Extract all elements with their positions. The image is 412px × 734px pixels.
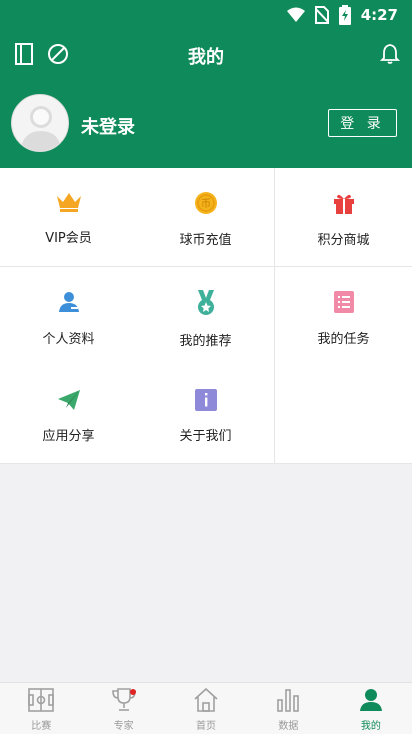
menu-item-recommend[interactable]: 我的推荐 xyxy=(137,267,274,365)
profile-card-icon xyxy=(57,290,81,318)
menu-item-vip[interactable]: VIP会员 xyxy=(0,168,137,266)
wifi-icon xyxy=(286,7,305,23)
crown-icon xyxy=(56,191,82,217)
tab-experts[interactable]: 专家 xyxy=(82,683,164,734)
gift-icon xyxy=(332,191,356,219)
menu-label: 我的推荐 xyxy=(179,334,232,349)
bell-icon[interactable] xyxy=(378,42,402,66)
coin-icon: 币 xyxy=(194,191,218,219)
menu-item-points-mall[interactable]: 积分商城 xyxy=(275,168,412,266)
tab-mine[interactable]: 我的 xyxy=(330,683,412,734)
avatar[interactable] xyxy=(11,94,69,152)
header: 我的 xyxy=(0,30,412,78)
bottom-nav: 比赛 专家 首页 数据 我的 xyxy=(0,682,412,734)
menu-label: 积分商城 xyxy=(317,233,370,248)
menu-item-profile[interactable]: 个人资料 xyxy=(0,267,137,365)
paper-plane-icon xyxy=(57,389,81,415)
tab-home[interactable]: 首页 xyxy=(165,683,247,734)
menu-label: 关于我们 xyxy=(179,429,232,444)
no-sim-icon xyxy=(314,6,329,24)
menu-label: 球币充值 xyxy=(179,233,232,248)
feature-grid: VIP会员 币 球币充值 积分商城 个人资料 我的推荐 我的任务 应用分享 关于… xyxy=(0,168,412,464)
tab-label: 我的 xyxy=(360,721,381,732)
tab-matches[interactable]: 比赛 xyxy=(0,683,82,734)
menu-item-coin-recharge[interactable]: 币 球币充值 xyxy=(137,168,274,266)
user-icon xyxy=(358,688,384,716)
menu-label: VIP会员 xyxy=(45,231,92,246)
tab-label: 专家 xyxy=(113,721,134,732)
grid-divider xyxy=(0,266,412,267)
tab-label: 首页 xyxy=(196,721,217,732)
bar-chart-icon xyxy=(275,688,301,716)
svg-text:币: 币 xyxy=(201,198,211,210)
menu-item-tasks[interactable]: 我的任务 xyxy=(275,267,412,365)
home-icon xyxy=(193,687,219,716)
page-title: 我的 xyxy=(188,47,224,68)
menu-item-about[interactable]: 关于我们 xyxy=(137,366,274,464)
profile-section: 未登录 登 录 xyxy=(0,78,412,168)
menu-label: 我的任务 xyxy=(317,332,370,347)
medal-icon xyxy=(195,290,217,320)
battery-charging-icon xyxy=(338,5,351,25)
username-label: 未登录 xyxy=(81,117,135,138)
pitch-icon xyxy=(28,688,55,716)
grid-divider xyxy=(274,168,275,464)
menu-label: 个人资料 xyxy=(42,332,95,347)
login-button[interactable]: 登 录 xyxy=(328,109,397,137)
tab-label: 比赛 xyxy=(31,721,52,732)
info-icon xyxy=(194,389,217,415)
task-list-icon xyxy=(333,290,355,318)
status-bar: 4:27 xyxy=(0,0,412,30)
status-time: 4:27 xyxy=(360,6,398,24)
tab-data[interactable]: 数据 xyxy=(247,683,329,734)
menu-label: 应用分享 xyxy=(42,429,95,444)
menu-item-share[interactable]: 应用分享 xyxy=(0,366,137,464)
tab-label: 数据 xyxy=(278,721,299,732)
grid-divider xyxy=(0,463,412,464)
